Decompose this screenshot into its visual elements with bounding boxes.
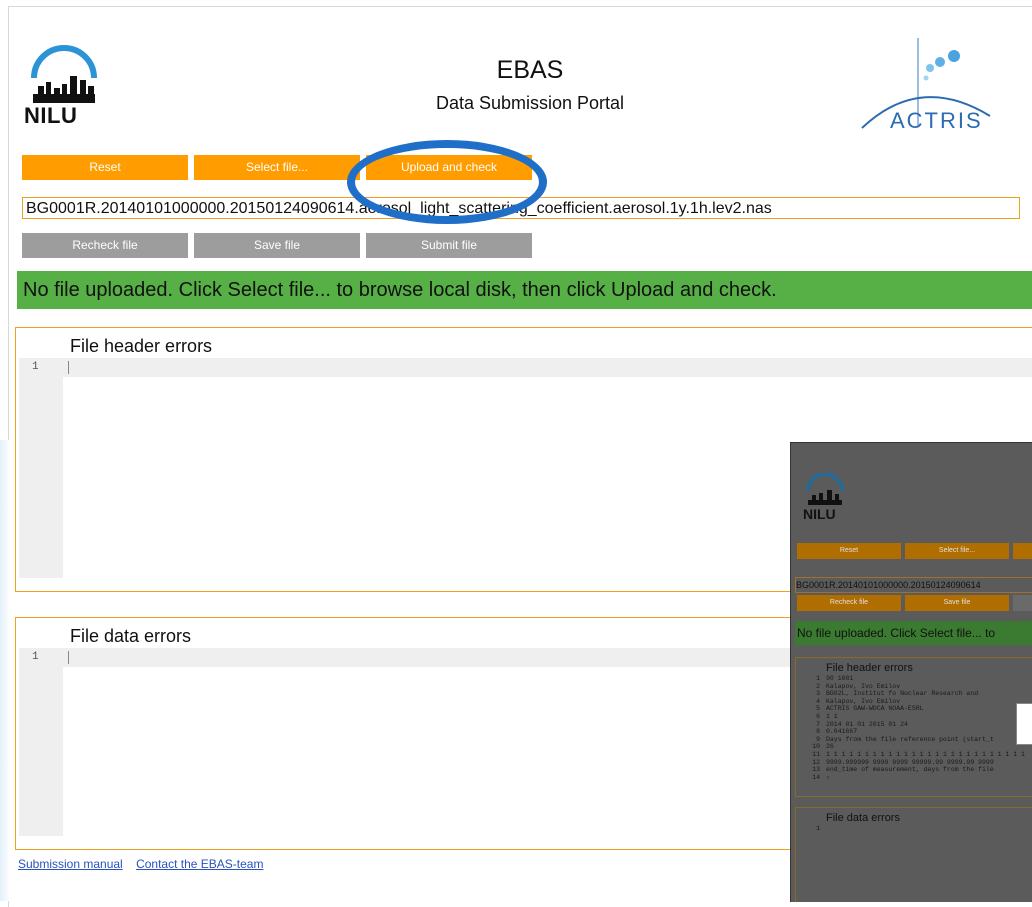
code-line: 12 9999.999999 9999 9999 99999.99 9999.99… — [798, 759, 1032, 767]
select-file-button[interactable]: Select file... — [194, 155, 360, 180]
upload-button-partial — [1013, 543, 1032, 559]
nilu-logo-text: NILU — [803, 506, 836, 522]
code-line: 11 1 1 1 1 1 1 1 1 1 1 1 1 1 1 1 1 1 1 1 … — [798, 751, 1032, 759]
file-header-errors-panel: File header errors 1 90 1001 2 Kalapov, Ivo… — [795, 657, 1032, 797]
data-error-lines: 1 — [798, 825, 1032, 833]
text-cursor — [68, 651, 69, 664]
page-subtitle: Data Submission Portal — [435, 93, 625, 113]
line-number: 6 — [816, 712, 820, 720]
reset-button: Reset — [797, 543, 901, 559]
line-number-gutter — [19, 358, 63, 578]
background-shade — [0, 440, 10, 901]
line-number: 8 — [816, 728, 820, 736]
line-number: 4 — [816, 697, 820, 705]
line-text: 2014 01 01 2015 01 24 — [826, 720, 908, 728]
code-line: 9 Days from the file reference point (sta… — [798, 736, 1032, 744]
line-text: ‹ — [826, 773, 830, 781]
line-text: 1 1 1 1 1 1 1 1 1 1 1 1 1 1 1 1 1 1 1 1 … — [826, 750, 1025, 758]
line-text: end_time of measurement, days from the f… — [826, 766, 994, 774]
file-data-errors-title: File data errors — [826, 812, 900, 824]
code-line: 6 1 1 — [798, 713, 1032, 721]
line-number: 14 — [812, 773, 820, 781]
line-text: Kalapov, Ivo Emilov — [826, 697, 901, 705]
header-error-lines: 1 90 1001 2 Kalapov, Ivo Emilov 3 BG02L, Inst… — [798, 675, 1032, 781]
contact-ebas-team-link[interactable]: Contact the EBAS-team — [136, 857, 263, 871]
line-number: 1 — [32, 361, 39, 373]
recheck-file-button: Recheck file — [797, 595, 901, 611]
code-line: 13 end_time of measurement, days from the… — [798, 766, 1032, 774]
code-line: 8 0.041667 — [798, 728, 1032, 736]
file-data-errors-title: File data errors — [70, 626, 192, 646]
save-file-button: Save file — [905, 595, 1009, 611]
code-line: 10 26 — [798, 743, 1032, 751]
submit-button-partial — [1013, 595, 1032, 611]
code-line: 7 2014 01 01 2015 01 24 — [798, 721, 1032, 729]
page-title: EBAS — [496, 56, 564, 84]
editor-active-line[interactable] — [63, 358, 1032, 377]
status-message: No file uploaded. Click Select file... t… — [17, 271, 1032, 309]
code-line: 5 ACTRIS GAW-WDCA NOAA-ESRL — [798, 705, 1032, 713]
select-file-button: Select file... — [905, 543, 1009, 559]
line-text: BG02L, Institut fo Nuclear Research and — [826, 690, 979, 698]
line-text: Kalapov, Ivo Emilov — [826, 682, 901, 690]
line-number: 2 — [816, 682, 820, 690]
submit-file-button[interactable]: Submit file — [366, 233, 532, 258]
line-text: 1 1 — [826, 712, 838, 720]
line-text: 90 1001 — [826, 675, 854, 682]
code-line: 3 BG02L, Institut fo Nuclear Research and — [798, 690, 1032, 698]
file-data-errors-panel: File data errors 1 — [795, 807, 1032, 902]
line-number: 7 — [816, 720, 820, 728]
line-text: 9999.999999 9999 9999 99999.99 9999.99 9… — [826, 758, 994, 766]
line-text: ACTRIS GAW-WDCA NOAA-ESRL — [826, 705, 924, 713]
actris-logo-icon: ACTRIS — [861, 38, 991, 133]
line-number-gutter — [19, 648, 63, 836]
dialog-fragment — [1016, 703, 1032, 745]
line-number: 10 — [812, 743, 820, 751]
nilu-logo-text: NILU — [24, 103, 78, 128]
line-number: 5 — [816, 705, 820, 713]
reset-button[interactable]: Reset — [22, 155, 188, 180]
line-number: 1 — [816, 675, 820, 682]
save-file-button[interactable]: Save file — [194, 233, 360, 258]
status-message: No file uploaded. Click Select file... t… — [795, 621, 1032, 645]
recheck-file-button[interactable]: Recheck file — [22, 233, 188, 258]
file-header-errors-title: File header errors — [70, 336, 213, 356]
line-number: 3 — [816, 690, 820, 698]
line-text: 0.041667 — [826, 728, 858, 736]
line-text: 26 — [826, 743, 834, 751]
file-path-field: BG0001R.20140101000000.20150124090614 — [795, 577, 1032, 593]
actris-logo-text: ACTRIS — [890, 108, 983, 133]
text-cursor — [68, 361, 69, 374]
line-number: 1 — [32, 651, 39, 663]
submission-manual-link[interactable]: Submission manual — [18, 857, 123, 871]
line-text: Days from the file reference point (star… — [826, 735, 994, 743]
line-number: 13 — [812, 766, 820, 774]
line-number: 12 — [812, 758, 820, 766]
inset-screenshot: NILU Reset Select file... BG0001R.201401… — [790, 442, 1032, 902]
footer-links: Submission manual Contact the EBAS-team — [18, 857, 273, 871]
file-header-errors-title: File header errors — [826, 662, 913, 674]
highlight-ellipse — [347, 140, 547, 224]
code-line: 1 90 1001 — [798, 675, 1032, 683]
line-number: 9 — [816, 735, 820, 743]
line-number: 1 — [816, 825, 820, 832]
code-line: 14 ‹ — [798, 774, 1032, 782]
code-line: 4 Kalapov, Ivo Emilov — [798, 698, 1032, 706]
line-number: 11 — [812, 750, 820, 758]
code-line: 2 Kalapov, Ivo Emilov — [798, 683, 1032, 691]
